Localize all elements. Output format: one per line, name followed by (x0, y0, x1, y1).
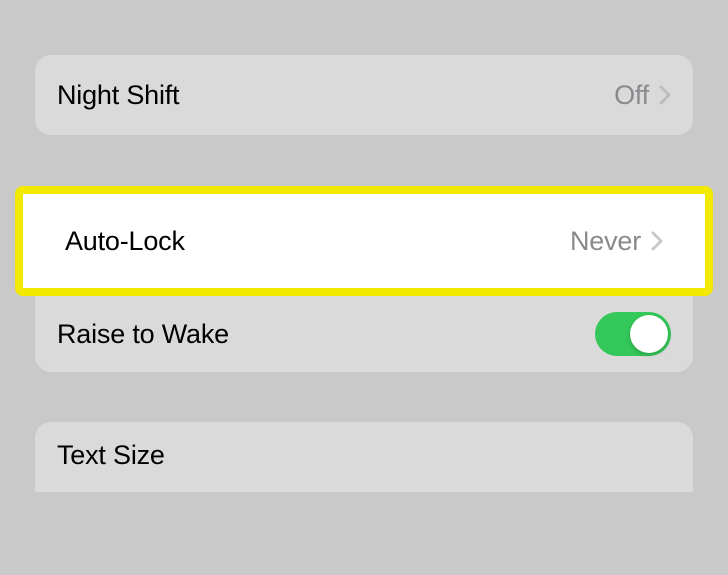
auto-lock-label: Auto-Lock (65, 226, 185, 257)
night-shift-label: Night Shift (57, 80, 179, 111)
auto-lock-highlight: Auto-Lock Never (15, 186, 713, 296)
raise-to-wake-toggle[interactable] (595, 312, 671, 356)
raise-to-wake-right (595, 312, 671, 356)
night-shift-right: Off (614, 80, 671, 111)
settings-group-2b: Raise to Wake (35, 296, 693, 372)
settings-list: Night Shift Off Auto-Lock Never (0, 55, 728, 492)
text-size-label: Text Size (57, 440, 165, 471)
raise-to-wake-label: Raise to Wake (57, 319, 229, 350)
auto-lock-right: Never (570, 226, 663, 257)
row-raise-to-wake[interactable]: Raise to Wake (35, 296, 693, 372)
chevron-right-icon (651, 231, 663, 251)
auto-lock-value: Never (570, 226, 641, 257)
settings-group-3: Text Size (35, 422, 693, 492)
toggle-knob (630, 315, 668, 353)
settings-group-2a: Auto-Lock Never (43, 194, 685, 288)
settings-group-1: Night Shift Off (35, 55, 693, 135)
row-auto-lock[interactable]: Auto-Lock Never (43, 194, 685, 288)
row-text-size[interactable]: Text Size (35, 422, 693, 492)
row-night-shift[interactable]: Night Shift Off (35, 55, 693, 135)
chevron-right-icon (659, 85, 671, 105)
night-shift-value: Off (614, 80, 649, 111)
